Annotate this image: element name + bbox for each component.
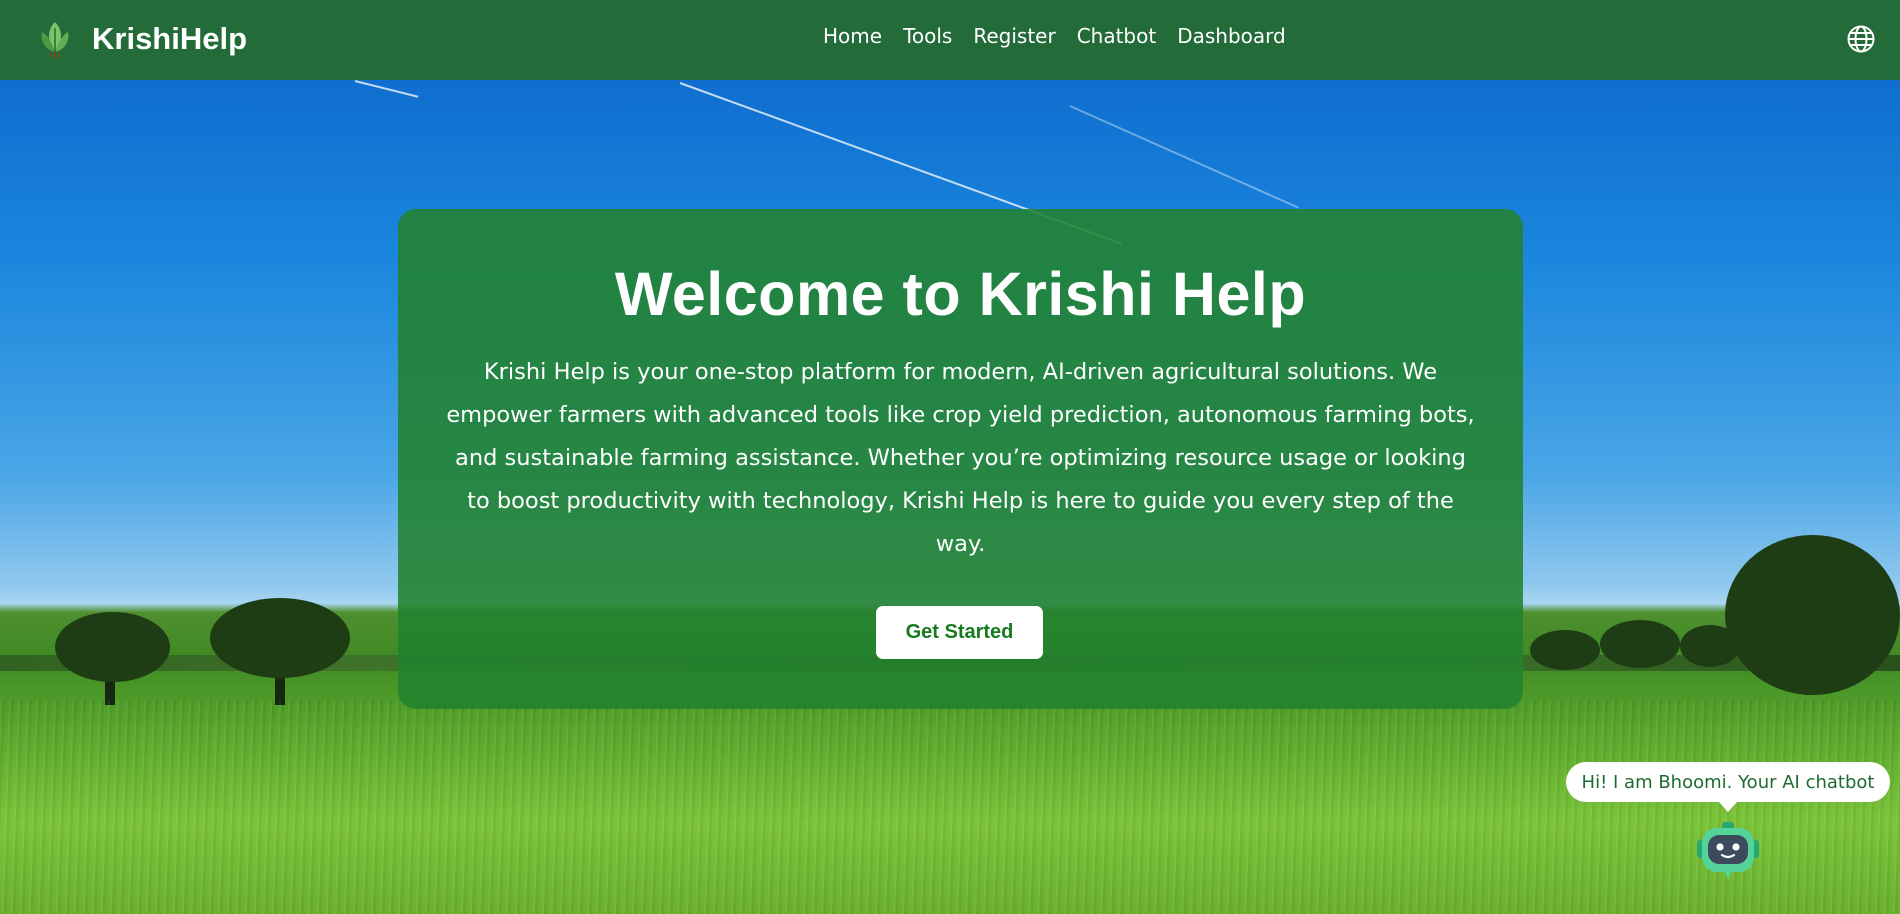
nav-link-tools[interactable]: Tools [903,24,952,48]
robot-icon[interactable] [1695,822,1761,884]
nav-link-home[interactable]: Home [823,24,882,48]
nav-link-dashboard[interactable]: Dashboard [1177,24,1286,48]
tree [210,598,350,678]
chatbot-greeting-text: Hi! I am Bhoomi. Your AI chatbot [1581,771,1875,793]
tree [55,612,170,682]
chatbot-greeting-bubble[interactable]: Hi! I am Bhoomi. Your AI chatbot [1566,762,1890,812]
brand[interactable]: KrishiHelp [34,18,247,60]
grass-field [0,700,1900,914]
tree [1530,630,1600,670]
sky-streak [1069,105,1299,209]
brand-name: KrishiHelp [92,21,248,56]
globe-icon[interactable] [1846,24,1876,54]
nav-link-chatbot[interactable]: Chatbot [1077,24,1157,48]
tree [1600,620,1680,668]
nav-link-register[interactable]: Register [973,24,1055,48]
leaf-logo-icon [41,22,69,58]
hero-description: Krishi Help is your one-stop platform fo… [446,359,1475,557]
get-started-button[interactable]: Get Started [876,606,1043,659]
sky-streak [354,80,419,98]
tree [1725,535,1900,695]
hero-title: Welcome to Krishi Help [614,260,1307,328]
navbar: KrishiHelp Home Tools Register Chatbot D… [0,0,1900,80]
hero-card: Welcome to Krishi Help Krishi Help is yo… [398,209,1523,709]
nav-links: Home Tools Register Chatbot Dashboard [823,24,1286,48]
